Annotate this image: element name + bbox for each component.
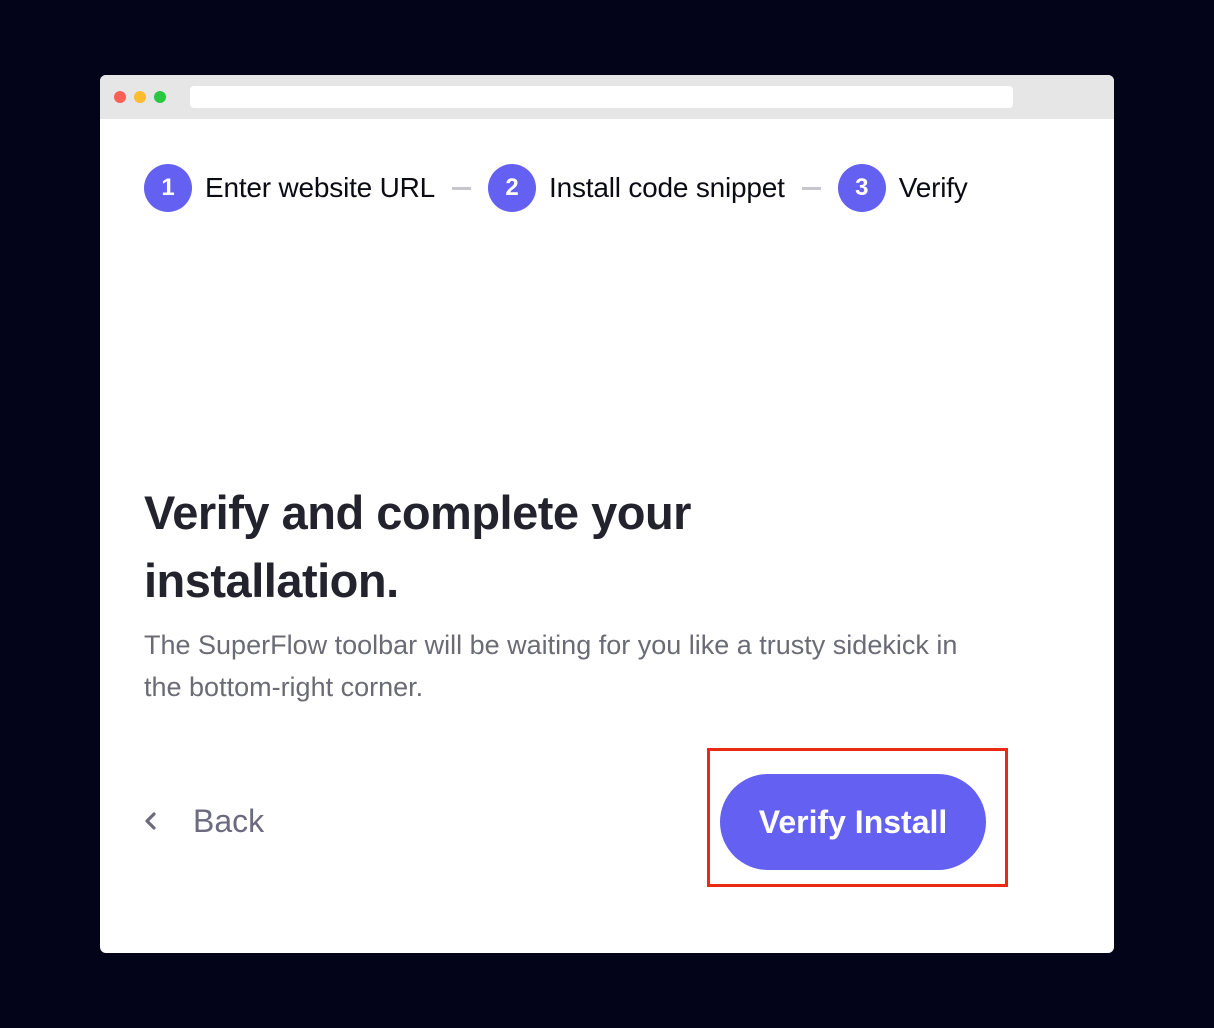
back-button[interactable]: Back	[144, 796, 264, 846]
chevron-left-icon	[144, 810, 158, 832]
step-enter-url: 1 Enter website URL	[144, 164, 435, 212]
address-bar[interactable]	[190, 86, 1013, 108]
step-number-badge: 3	[837, 164, 886, 212]
stepper: 1 Enter website URL 2 Install code snipp…	[144, 164, 968, 212]
browser-window: 1 Enter website URL 2 Install code snipp…	[100, 75, 1114, 953]
window-minimize-dot[interactable]	[134, 91, 146, 103]
step-separator	[452, 186, 472, 190]
browser-titlebar	[100, 75, 1114, 119]
step-separator	[801, 186, 821, 190]
step-verify: 3 Verify	[837, 164, 968, 212]
page-title: Verify and complete your installation.	[144, 486, 691, 607]
step-label: Install code snippet	[549, 172, 785, 203]
step-label: Enter website URL	[205, 172, 436, 203]
window-maximize-dot[interactable]	[154, 91, 166, 103]
step-number-badge: 2	[488, 164, 537, 212]
back-label: Back	[193, 802, 265, 839]
page-description: The SuperFlow toolbar will be waiting fo…	[144, 630, 958, 702]
window-close-dot[interactable]	[114, 91, 126, 103]
step-label: Verify	[898, 172, 968, 203]
step-install-snippet: 2 Install code snippet	[488, 164, 785, 212]
step-number-badge: 1	[144, 164, 192, 212]
verify-install-button[interactable]: Verify Install	[720, 774, 986, 870]
